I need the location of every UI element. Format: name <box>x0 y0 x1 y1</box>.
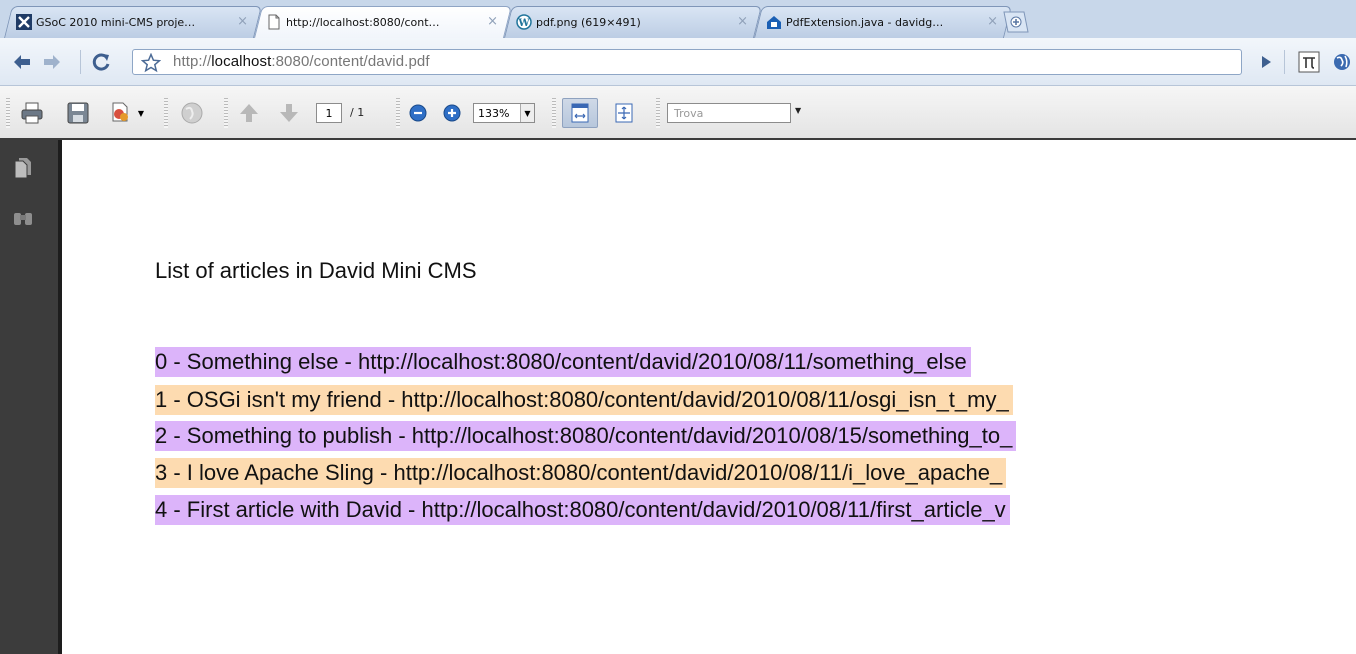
fit-page-button[interactable] <box>610 99 638 127</box>
article-line: 2 - Something to publish - http://localh… <box>155 421 1017 451</box>
article-line: 1 - OSGi isn't my friend - http://localh… <box>155 385 1013 415</box>
back-button[interactable] <box>10 51 34 73</box>
url-host: localhost <box>211 53 272 70</box>
back-arrow-icon <box>14 55 30 69</box>
arrow-up-icon <box>240 104 258 122</box>
toolbar-grip <box>552 98 556 128</box>
toolbar-grip <box>6 98 10 128</box>
page-count: / 1 <box>350 106 365 119</box>
toolbar-separator <box>1284 50 1285 74</box>
binoculars-icon <box>14 213 32 225</box>
svg-text:W: W <box>517 18 530 29</box>
pdf-sidebar <box>0 140 62 654</box>
previous-page-button[interactable] <box>236 99 262 127</box>
zoom-out-button[interactable] <box>406 99 430 127</box>
forward-button[interactable] <box>40 51 64 73</box>
tab-localhost-pdf[interactable]: http://localhost:8080/cont… × <box>254 6 504 38</box>
document-title: List of articles in David Mini CMS <box>155 258 477 283</box>
zoom-select[interactable]: 133% ▼ <box>473 103 535 123</box>
fit-width-button[interactable] <box>562 98 598 128</box>
toolbar-separator <box>80 50 81 74</box>
close-tab-icon[interactable]: × <box>987 14 998 30</box>
tab-strip: GSoC 2010 mini-CMS proje… × http://local… <box>0 0 1356 38</box>
find-dropdown-icon[interactable]: ▼ <box>795 106 801 115</box>
tab-title: GSoC 2010 mini-CMS proje… <box>36 15 196 29</box>
globe-disabled-icon <box>181 102 203 124</box>
reload-icon <box>92 53 110 71</box>
navigation-bar: http://localhost:8080/content/david.pdf <box>0 38 1356 86</box>
share-dropdown-icon[interactable]: ▼ <box>134 99 148 127</box>
share-document-icon <box>112 102 128 122</box>
tab-pdfextension[interactable]: PdfExtension.java - davidg… × <box>754 6 1004 38</box>
toolbar-grip <box>164 98 168 128</box>
share-button[interactable] <box>106 99 134 127</box>
page-number-input[interactable]: 1 <box>316 103 342 123</box>
forward-arrow-icon <box>44 55 60 69</box>
toolbar-grip <box>224 98 228 128</box>
fit-page-icon <box>615 103 633 123</box>
pdf-page: List of articles in David Mini CMS 0 - S… <box>62 140 1356 654</box>
pi-extension-button[interactable] <box>1296 51 1322 73</box>
bookmark-star-icon[interactable] <box>141 53 161 73</box>
toolbar-grip <box>656 98 660 128</box>
url-scheme: http:// <box>173 53 212 70</box>
close-tab-icon[interactable]: × <box>737 14 748 30</box>
close-tab-icon[interactable]: × <box>487 14 498 30</box>
pi-icon <box>1298 51 1320 73</box>
zoom-in-icon <box>443 104 461 122</box>
gsoc-icon <box>16 14 32 30</box>
address-bar[interactable]: http://localhost:8080/content/david.pdf <box>132 49 1242 75</box>
fit-width-icon <box>571 103 589 123</box>
web-button[interactable] <box>178 99 206 127</box>
arrow-down-icon <box>280 104 298 122</box>
pages-icon <box>14 158 31 179</box>
play-arrow-icon <box>1262 56 1271 68</box>
zoom-in-button[interactable] <box>440 99 464 127</box>
page-icon <box>268 14 280 30</box>
wordpress-icon: W <box>516 14 532 30</box>
tab-title: pdf.png (619×491) <box>536 15 641 29</box>
tab-title: PdfExtension.java - davidg… <box>786 15 944 29</box>
tab-title: http://localhost:8080/cont… <box>286 15 440 29</box>
toolbar-grip <box>396 98 400 128</box>
print-button[interactable] <box>18 99 46 127</box>
reload-button[interactable] <box>90 51 114 73</box>
close-tab-icon[interactable]: × <box>237 14 248 30</box>
floppy-disk-icon <box>67 102 89 124</box>
address-url: http://localhost:8080/content/david.pdf <box>173 53 430 70</box>
bookmarks-panel-button[interactable] <box>11 206 35 230</box>
page-menu-button[interactable] <box>1254 51 1278 73</box>
article-line: 3 - I love Apache Sling - http://localho… <box>155 458 1007 488</box>
zoom-out-icon <box>409 104 427 122</box>
tab-gsoc[interactable]: GSoC 2010 mini-CMS proje… × <box>4 6 254 38</box>
save-button[interactable] <box>64 99 92 127</box>
new-tab-button[interactable] <box>1000 10 1030 34</box>
github-icon <box>767 16 781 29</box>
next-page-button[interactable] <box>276 99 302 127</box>
globe-extension-button[interactable] <box>1330 51 1354 73</box>
zoom-value: 133% <box>478 106 510 120</box>
tab-pdf-png[interactable]: W pdf.png (619×491) × <box>504 6 754 38</box>
find-input[interactable]: Trova <box>667 103 791 123</box>
pdf-toolbar: ▼ 1 / 1 133% ▼ Trova ▼ <box>0 86 1356 140</box>
article-line: 4 - First article with David - http://lo… <box>155 495 1010 525</box>
printer-icon <box>21 102 43 124</box>
globe-icon <box>1334 54 1350 70</box>
pages-panel-button[interactable] <box>11 156 35 180</box>
chevron-down-icon: ▼ <box>520 104 534 122</box>
url-path: :8080/content/david.pdf <box>271 53 430 70</box>
article-line: 0 - Something else - http://localhost:80… <box>155 347 971 377</box>
